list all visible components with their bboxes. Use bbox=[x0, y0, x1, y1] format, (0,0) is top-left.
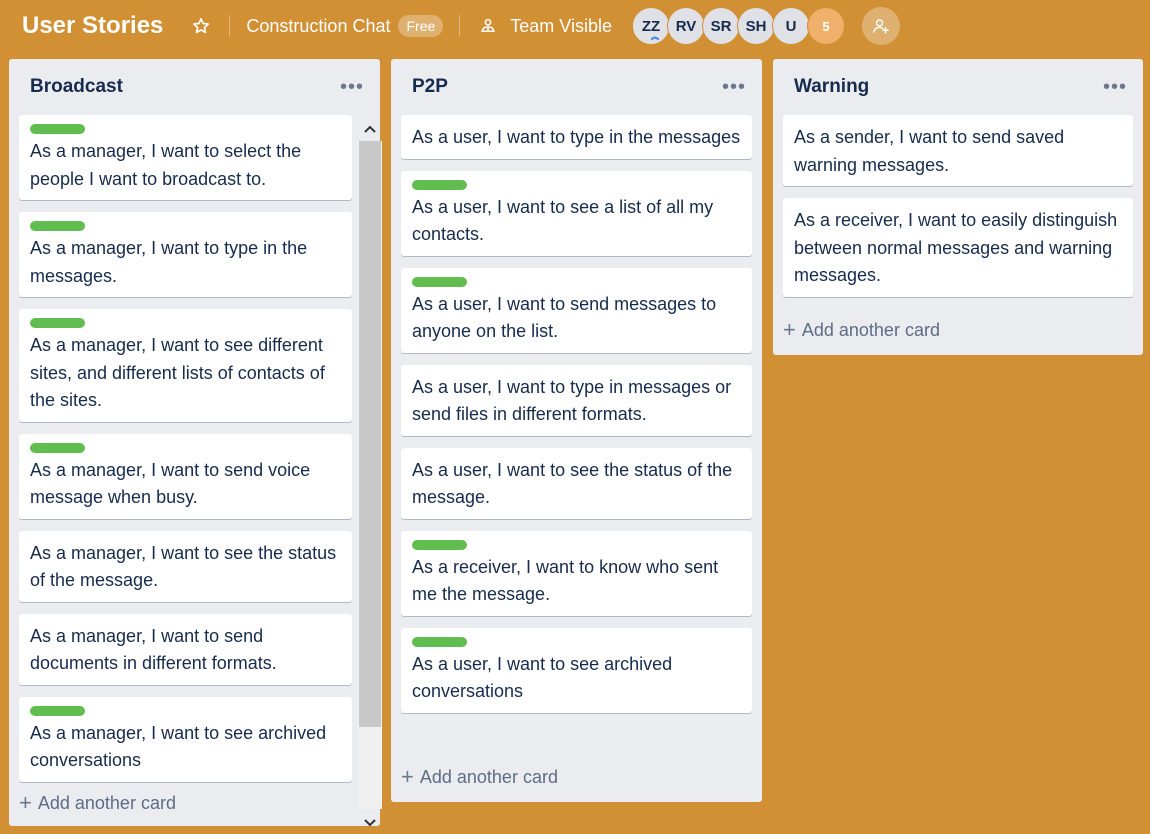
card[interactable]: As a manager, I want to send documents i… bbox=[19, 613, 352, 685]
member-avatars: ZZ ︽ RV SR SH U 5 bbox=[632, 7, 845, 45]
list-header: Broadcast ••• bbox=[9, 59, 380, 115]
card-title: As a user, I want to type in the message… bbox=[412, 127, 741, 147]
card[interactable]: As a manager, I want to see different si… bbox=[19, 309, 352, 422]
card-label[interactable] bbox=[30, 442, 85, 453]
card[interactable]: As a manager, I want to see archived con… bbox=[19, 696, 352, 782]
list-title[interactable]: Broadcast bbox=[30, 76, 123, 98]
visibility-label: Team Visible bbox=[510, 15, 612, 36]
card-label[interactable] bbox=[30, 124, 85, 134]
card[interactable]: As a user, I want to see archived conver… bbox=[401, 627, 752, 713]
card[interactable]: As a manager, I want to see the status o… bbox=[19, 530, 352, 602]
add-card-button[interactable]: + Add another card bbox=[783, 319, 940, 341]
cards-container: As a user, I want to type in the message… bbox=[401, 115, 752, 725]
card-title: As a manager, I want to see different si… bbox=[30, 335, 325, 410]
card-label[interactable] bbox=[412, 276, 467, 287]
card-title: As a receiver, I want to know who sent m… bbox=[412, 556, 719, 605]
list-p2p: P2P ••• As a user, I want to type in the… bbox=[391, 59, 762, 802]
list-warning: Warning ••• As a sender, I want to send … bbox=[773, 59, 1143, 355]
list-header: P2P ••• bbox=[391, 59, 762, 115]
plus-icon: + bbox=[783, 317, 796, 342]
board-header: User Stories Construction Chat Free Team… bbox=[0, 0, 1150, 52]
avatar[interactable]: ZZ ︽ bbox=[632, 7, 670, 45]
avatar-initials: SR bbox=[710, 17, 732, 35]
avatar[interactable]: RV bbox=[667, 7, 705, 45]
list-menu-icon[interactable]: ••• bbox=[340, 77, 364, 97]
list-broadcast: Broadcast ••• As a manager, I want to se… bbox=[9, 59, 382, 827]
add-card-label: Add another card bbox=[37, 792, 176, 813]
card[interactable]: As a sender, I want to send saved warnin… bbox=[783, 115, 1133, 186]
card-label[interactable] bbox=[412, 636, 467, 647]
add-card-button[interactable]: + Add another card bbox=[401, 766, 558, 788]
card[interactable]: As a user, I want to see a list of all m… bbox=[401, 170, 752, 256]
card[interactable]: As a user, I want to send messages to an… bbox=[401, 267, 752, 353]
avatar-initials: SH bbox=[745, 17, 767, 35]
card-title: As a manager, I want to type in the mess… bbox=[30, 238, 308, 286]
admin-chevron-icon: ︽ bbox=[651, 32, 659, 41]
card[interactable]: As a user, I want to type in messages or… bbox=[401, 364, 752, 436]
card[interactable]: As a manager, I want to type in the mess… bbox=[19, 212, 352, 297]
card-label[interactable] bbox=[30, 221, 85, 231]
scroll-up-icon[interactable] bbox=[358, 117, 382, 141]
card[interactable]: As a manager, I want to select the peopl… bbox=[19, 115, 352, 200]
cards-viewport: As a manager, I want to select the peopl… bbox=[19, 115, 352, 834]
add-card-button[interactable]: + Add another card bbox=[19, 792, 176, 814]
star-icon[interactable] bbox=[189, 14, 213, 38]
avatar[interactable]: SR bbox=[702, 7, 740, 45]
card[interactable]: As a receiver, I want to know who sent m… bbox=[401, 530, 752, 616]
card-title: As a receiver, I want to easily distingu… bbox=[794, 210, 1118, 285]
card-title: As a manager, I want to send voice messa… bbox=[30, 459, 311, 508]
board-name-button[interactable]: Construction Chat bbox=[246, 16, 390, 37]
card[interactable]: As a receiver, I want to easily distingu… bbox=[783, 198, 1133, 297]
add-card-label: Add another card bbox=[801, 319, 940, 340]
list-header: Warning ••• bbox=[773, 59, 1143, 115]
scrollbar[interactable] bbox=[358, 115, 382, 834]
avatar-initials: RV bbox=[675, 17, 697, 35]
list-menu-icon[interactable]: ••• bbox=[722, 77, 746, 97]
card-title: As a user, I want to send messages to an… bbox=[412, 293, 717, 342]
card-title: As a user, I want to see archived conver… bbox=[412, 653, 673, 702]
avatar[interactable]: SH bbox=[737, 7, 775, 45]
card-label[interactable] bbox=[30, 705, 85, 716]
card-title: As a manager, I want to see archived con… bbox=[30, 722, 327, 771]
list-title[interactable]: Warning bbox=[794, 76, 869, 98]
list-menu-icon[interactable]: ••• bbox=[1103, 77, 1127, 97]
card-label[interactable] bbox=[412, 179, 467, 190]
more-members-count: 5 bbox=[822, 18, 830, 34]
card-title: As a manager, I want to select the peopl… bbox=[30, 141, 302, 189]
card-title: As a manager, I want to see the status o… bbox=[30, 542, 337, 591]
card-title: As a user, I want to see a list of all m… bbox=[412, 196, 714, 245]
add-member-icon bbox=[869, 14, 893, 38]
list-title[interactable]: P2P bbox=[412, 76, 448, 98]
card[interactable]: As a manager, I want to send voice messa… bbox=[19, 433, 352, 519]
invite-button[interactable] bbox=[862, 7, 900, 45]
card-label[interactable] bbox=[30, 318, 85, 328]
card-title: As a user, I want to type in messages or… bbox=[412, 376, 732, 425]
board-title[interactable]: User Stories bbox=[22, 12, 163, 40]
card-title: As a manager, I want to send documents i… bbox=[30, 625, 277, 674]
scroll-track[interactable] bbox=[358, 141, 382, 809]
more-members-button[interactable]: 5 bbox=[807, 7, 845, 45]
card[interactable]: As a user, I want to see the status of t… bbox=[401, 447, 752, 519]
card-label[interactable] bbox=[412, 539, 467, 550]
plan-badge: Free bbox=[398, 15, 444, 37]
plus-icon: + bbox=[19, 790, 32, 815]
card-title: As a sender, I want to send saved warnin… bbox=[794, 127, 1065, 175]
avatar[interactable]: U bbox=[772, 7, 810, 45]
team-icon bbox=[476, 14, 500, 38]
scroll-thumb[interactable] bbox=[359, 141, 381, 727]
card[interactable]: As a user, I want to type in the message… bbox=[401, 115, 752, 159]
plus-icon: + bbox=[401, 764, 414, 789]
visibility-button[interactable]: Team Visible bbox=[476, 14, 612, 38]
cards-container: As a sender, I want to send saved warnin… bbox=[783, 115, 1133, 309]
header-divider bbox=[459, 15, 461, 37]
header-divider bbox=[229, 15, 231, 37]
add-card-label: Add another card bbox=[419, 766, 558, 787]
scroll-down-icon[interactable] bbox=[358, 811, 382, 834]
cards-container: As a manager, I want to select the peopl… bbox=[19, 115, 352, 782]
avatar-initials: U bbox=[785, 17, 797, 35]
card-title: As a user, I want to see the status of t… bbox=[412, 459, 733, 508]
